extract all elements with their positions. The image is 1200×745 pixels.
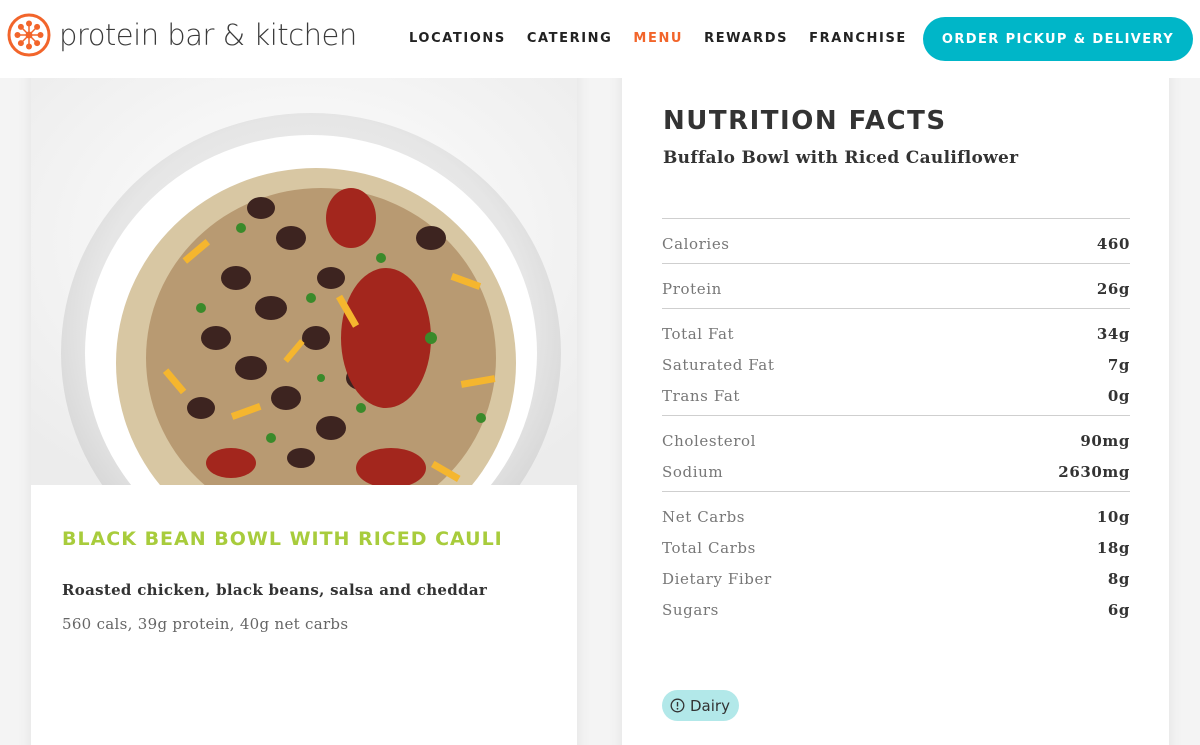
brand-logo-icon	[7, 13, 51, 57]
nutrition-row: Saturated Fat 7g	[662, 349, 1130, 380]
nutrition-table: Calories 460 Protein 26g Total Fat 34g S…	[662, 218, 1130, 629]
order-pickup-delivery-button[interactable]: ORDER PICKUP & DELIVERY	[923, 17, 1193, 61]
nutrition-row: Total Fat 34g	[662, 318, 1130, 349]
nutrition-group: Cholesterol 90mg Sodium 2630mg	[662, 415, 1130, 491]
nutrition-label: Trans Fat	[662, 386, 741, 405]
nutrition-value: 18g	[1096, 538, 1130, 557]
nutrition-value: 26g	[1096, 279, 1130, 298]
nutrition-title: NUTRITION FACTS	[663, 106, 947, 136]
nutrition-label: Sugars	[662, 600, 719, 619]
nutrition-label: Saturated Fat	[662, 355, 775, 374]
nav-menu[interactable]: MENU	[633, 31, 683, 46]
nutrition-value: 10g	[1096, 507, 1130, 526]
nutrition-label: Total Fat	[662, 324, 735, 343]
nav-catering[interactable]: CATERING	[527, 31, 613, 46]
nutrition-value: 34g	[1096, 324, 1130, 343]
nutrition-group: Calories 460	[662, 218, 1130, 263]
nutrition-row: Calories 460	[662, 228, 1130, 259]
nutrition-group: Total Fat 34g Saturated Fat 7g Trans Fat…	[662, 308, 1130, 415]
site-header: protein bar & kitchen LOCATIONS CATERING…	[0, 0, 1200, 78]
nutrition-facts-card: NUTRITION FACTS Buffalo Bowl with Riced …	[622, 40, 1169, 745]
nutrition-row: Trans Fat 0g	[662, 380, 1130, 411]
allergen-label: Dairy	[690, 696, 730, 715]
nutrition-subtitle: Buffalo Bowl with Riced Cauliflower	[663, 148, 1019, 168]
nutrition-row: Cholesterol 90mg	[662, 425, 1130, 456]
nutrition-label: Sodium	[662, 462, 724, 481]
black-bean-bowl-image	[31, 78, 577, 485]
menu-item-description: Roasted chicken, black beans, salsa and …	[62, 581, 488, 599]
nutrition-row: Protein 26g	[662, 273, 1130, 304]
nutrition-row: Net Carbs 10g	[662, 501, 1130, 532]
nutrition-group: Net Carbs 10g Total Carbs 18g Dietary Fi…	[662, 491, 1130, 629]
nutrition-value: 6g	[1107, 600, 1130, 619]
menu-item-stats: 560 cals, 39g protein, 40g net carbs	[62, 615, 349, 633]
menu-item-title: BLACK BEAN BOWL WITH RICED CAULI	[62, 528, 503, 550]
nutrition-row: Sugars 6g	[662, 594, 1130, 625]
nav-rewards[interactable]: REWARDS	[704, 31, 788, 46]
nutrition-label: Protein	[662, 279, 722, 298]
allergen-badge-dairy[interactable]: Dairy	[662, 690, 739, 721]
nutrition-value: 90mg	[1080, 431, 1130, 450]
main-nav: LOCATIONS CATERING MENU REWARDS FRANCHIS…	[409, 31, 928, 46]
nutrition-value: 460	[1096, 234, 1130, 253]
nav-franchise[interactable]: FRANCHISE	[809, 31, 907, 46]
nutrition-label: Net Carbs	[662, 507, 746, 526]
info-circle-icon	[670, 698, 685, 713]
nutrition-group: Protein 26g	[662, 263, 1130, 308]
food-photo	[31, 78, 577, 485]
nutrition-label: Calories	[662, 234, 730, 253]
nutrition-row: Dietary Fiber 8g	[662, 563, 1130, 594]
brand-name: protein bar & kitchen	[59, 18, 357, 52]
nutrition-label: Dietary Fiber	[662, 569, 772, 588]
nutrition-value: 8g	[1107, 569, 1130, 588]
nutrition-row: Sodium 2630mg	[662, 456, 1130, 487]
nav-locations[interactable]: LOCATIONS	[409, 31, 506, 46]
menu-item-card: BLACK BEAN BOWL WITH RICED CAULI Roasted…	[31, 40, 577, 745]
nutrition-value: 0g	[1107, 386, 1130, 405]
nutrition-row: Total Carbs 18g	[662, 532, 1130, 563]
nutrition-label: Cholesterol	[662, 431, 757, 450]
nutrition-value: 7g	[1107, 355, 1130, 374]
nutrition-label: Total Carbs	[662, 538, 756, 557]
brand-logo-link[interactable]: protein bar & kitchen	[6, 12, 357, 58]
nutrition-value: 2630mg	[1058, 462, 1130, 481]
